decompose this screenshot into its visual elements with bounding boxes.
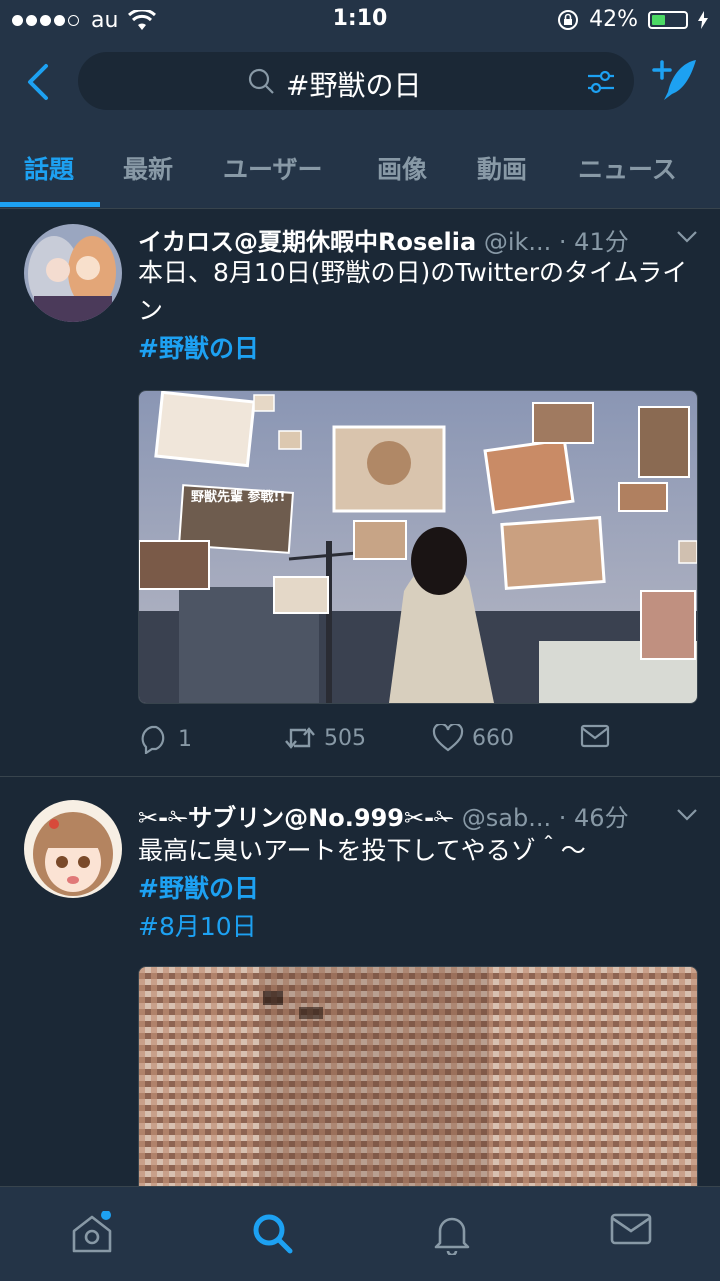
username: @sab...	[461, 804, 552, 832]
heart-icon	[432, 724, 464, 752]
tab-news[interactable]: ニュース	[578, 150, 677, 186]
hashtag-link[interactable]: #8月10日	[138, 908, 688, 946]
tab-images[interactable]: 画像	[377, 150, 427, 186]
tab-latest[interactable]: 最新	[123, 150, 173, 186]
nav-notifications[interactable]	[430, 1211, 474, 1259]
mail-icon	[580, 724, 610, 748]
status-bar: au 1:10 42%	[0, 0, 720, 40]
battery-icon	[648, 10, 688, 29]
timestamp: · 41分	[558, 228, 629, 256]
tweet[interactable]: イカロス@夏期休暇中Roselia @ik... · 41分 本日、8月10日(…	[0, 208, 720, 777]
search-tabs: 話題 最新 ユーザー 画像 動画 ニュース	[0, 130, 720, 209]
share-button[interactable]	[580, 724, 610, 748]
like-button[interactable]: 660	[432, 724, 514, 752]
bottom-navigation	[0, 1186, 720, 1281]
tab-top[interactable]: 話題	[24, 150, 74, 186]
bell-icon	[434, 1217, 470, 1257]
hashtag-link[interactable]: #野獣の日	[138, 870, 688, 908]
search-header: #野獣の日	[0, 40, 720, 130]
search-icon	[248, 68, 274, 94]
battery-percent: 42%	[589, 7, 638, 32]
search-query: #野獣の日	[286, 69, 422, 102]
timestamp: · 46分	[558, 804, 629, 832]
tab-users[interactable]: ユーザー	[223, 150, 323, 186]
tweet-header: ✂-✁サブリン@No.999✂-✁ @sab... · 46分	[138, 798, 629, 833]
tweet[interactable]: ✂-✁サブリン@No.999✂-✁ @sab... · 46分 最高に臭いアート…	[0, 778, 720, 1208]
nav-home[interactable]	[70, 1210, 114, 1259]
reply-count: 1	[178, 726, 192, 752]
retweet-icon	[285, 727, 315, 749]
display-name[interactable]: ✂-✁サブリン@No.999✂-✁	[138, 804, 454, 832]
compose-tweet-icon[interactable]	[650, 56, 700, 104]
nav-messages[interactable]	[610, 1211, 652, 1251]
tweet-header: イカロス@夏期休暇中Roselia @ik... · 41分	[138, 222, 629, 257]
chevron-down-icon[interactable]	[676, 230, 698, 244]
tweet-image[interactable]: 野獣先輩 参戦!!	[138, 390, 698, 704]
tweet-body-text: 本日、8月10日(野獣の日)のTwitterのタイムライン	[138, 258, 688, 325]
search-input[interactable]: #野獣の日	[78, 52, 634, 110]
charging-icon	[698, 10, 708, 29]
hashtag-link[interactable]: #野獣の日	[138, 330, 688, 368]
avatar[interactable]	[24, 800, 122, 898]
retweet-count: 505	[324, 725, 366, 751]
reply-icon	[141, 725, 165, 754]
rotation-lock-icon	[558, 9, 579, 30]
tweet-text: 本日、8月10日(野獣の日)のTwitterのタイムライン #野獣の日	[138, 254, 688, 368]
mail-icon	[610, 1213, 652, 1245]
like-count: 660	[472, 725, 514, 751]
filter-icon[interactable]	[586, 68, 616, 96]
retweet-button[interactable]: 505	[284, 724, 366, 752]
tab-videos[interactable]: 動画	[477, 150, 527, 186]
search-icon	[253, 1214, 293, 1254]
nav-search[interactable]	[250, 1211, 294, 1259]
media-caption: 野獣先輩 参戦!!	[191, 489, 285, 505]
tweet-actions: 1 505 660	[138, 724, 698, 764]
tweet-image[interactable]	[138, 966, 698, 1208]
home-icon	[72, 1210, 112, 1253]
reply-button[interactable]: 1	[138, 724, 192, 754]
back-arrow-icon[interactable]	[22, 60, 62, 104]
avatar[interactable]	[24, 224, 122, 322]
username: @ik...	[483, 228, 552, 256]
active-tab-indicator	[0, 202, 100, 207]
tweet-body-text: 最高に臭いアートを投下してやるゾ＾～	[138, 836, 586, 865]
display-name[interactable]: イカロス@夏期休暇中Roselia	[138, 228, 476, 256]
chevron-down-icon[interactable]	[676, 808, 698, 822]
status-right: 42%	[557, 7, 708, 32]
tweet-text: 最高に臭いアートを投下してやるゾ＾～ #野獣の日 #8月10日	[138, 832, 688, 946]
